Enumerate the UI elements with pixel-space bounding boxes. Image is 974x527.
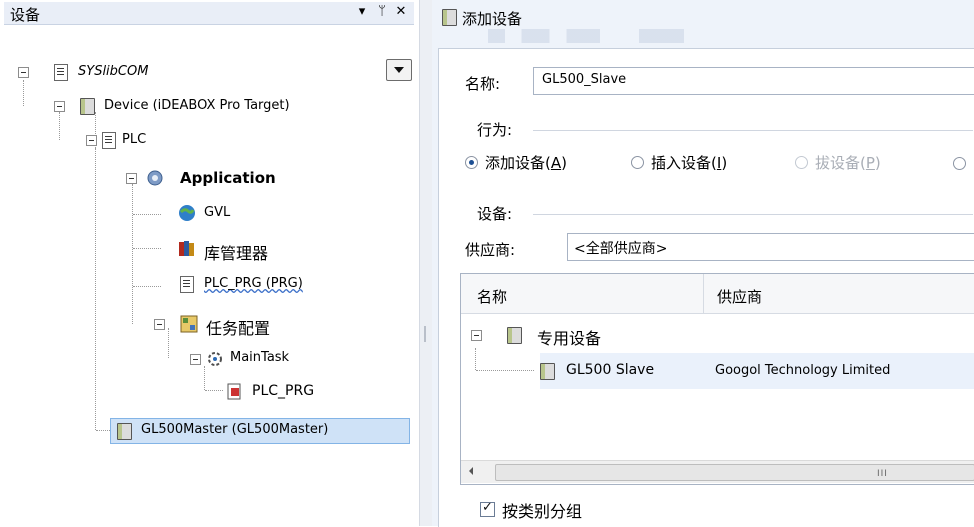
device-icon	[80, 98, 95, 115]
scrollbar-grip: III	[877, 469, 888, 479]
document-icon	[180, 276, 194, 293]
collapse-icon[interactable]	[154, 319, 165, 330]
add-device-title: 添加设备	[462, 10, 523, 28]
tree-dropdown-button[interactable]	[386, 59, 412, 81]
tree-node-library-manager[interactable]: 库管理器	[160, 238, 320, 263]
vendor-select-value: <全部供应商>	[574, 241, 668, 257]
tree-node-label: PLC	[122, 132, 147, 147]
radio-unplug-device-indicator[interactable]	[795, 156, 808, 169]
tree-node-device[interactable]: Device (iDEABOX Pro Target)	[46, 96, 376, 118]
collapse-icon[interactable]	[190, 354, 201, 365]
tree-node-application[interactable]: Application	[118, 167, 318, 189]
radio-unplug-device-label: 拔设备	[815, 154, 861, 172]
tree-node-label: Application	[180, 169, 276, 187]
tree-node-program-call[interactable]: PLC_PRG	[222, 381, 362, 403]
vendor-label: 供应商:	[465, 241, 516, 259]
radio-insert-device-label: 插入设备	[651, 154, 712, 172]
scroll-left-arrow-icon[interactable]	[469, 467, 473, 475]
tree-node-label: GL500Master (GL500Master)	[141, 422, 329, 437]
name-label: 名称:	[465, 75, 501, 93]
radio-add-device-label: 添加设备	[485, 154, 546, 172]
devices-pane-title: 设备	[10, 6, 41, 24]
pin-icon[interactable]: ᛘ	[374, 3, 390, 21]
group-by-category-label: 按类别分组	[502, 502, 583, 521]
tree-node-label: PLC_PRG (PRG)	[204, 276, 303, 291]
radio-insert-device-indicator[interactable]	[631, 156, 644, 169]
radio-unplug-device[interactable]: 拔设备(P)	[795, 152, 935, 172]
list-item-vendor: Googol Technology Limited	[715, 363, 891, 378]
tree-node-root[interactable]: SYSlibCOM	[10, 62, 370, 84]
toolbar-ghost	[488, 29, 768, 43]
group-by-category-checkbox[interactable]: 按类别分组	[480, 496, 680, 521]
collapse-icon[interactable]	[54, 101, 65, 112]
list-group-dedicated-devices[interactable]: 专用设备	[471, 324, 731, 348]
horizontal-scrollbar[interactable]: III	[461, 460, 974, 483]
add-device-pane: 添加设备 名称: GL500_Slave 行为: 添加设备(A) 插入设备(I)…	[432, 0, 974, 527]
list-item[interactable]: GL500 Slave Googol Technology Limited	[540, 353, 974, 389]
pane-splitter[interactable]	[419, 0, 433, 526]
tree-node-label: MainTask	[230, 350, 290, 365]
device-icon	[442, 9, 457, 26]
tree-node-label: PLC_PRG	[252, 383, 315, 399]
checkbox-indicator[interactable]	[480, 500, 495, 517]
radio-insert-device[interactable]: 插入设备(I)	[631, 152, 791, 172]
project-icon	[54, 64, 68, 81]
collapse-icon[interactable]	[86, 135, 97, 146]
tree-node-plc[interactable]: PLC	[82, 130, 202, 152]
list-item-name: GL500 Slave	[566, 362, 655, 378]
name-field[interactable]: GL500_Slave	[533, 67, 974, 95]
books-icon	[178, 239, 196, 257]
globe-icon	[178, 204, 196, 222]
plc-logic-icon	[102, 132, 116, 149]
tree-node-label: 任务配置	[206, 319, 271, 338]
tree-node-label: SYSlibCOM	[78, 64, 149, 79]
device-icon	[540, 363, 555, 380]
name-field-value: GL500_Slave	[542, 72, 627, 87]
task-config-icon	[180, 315, 198, 333]
collapse-icon[interactable]	[18, 67, 29, 78]
column-header-name[interactable]: 名称	[477, 286, 507, 307]
vendor-select[interactable]: <全部供应商>	[567, 233, 974, 261]
radio-next-option-indicator[interactable]	[953, 157, 966, 170]
device-group-label: 设备:	[477, 205, 513, 223]
tree-node-label: GVL	[204, 205, 231, 220]
device-list-header: 名称 供应商	[461, 274, 974, 314]
application-gear-icon	[146, 169, 164, 187]
device-icon	[117, 423, 132, 440]
tree-node-plc-prg[interactable]: PLC_PRG (PRG)	[160, 274, 360, 296]
tree-node-label: 库管理器	[204, 244, 269, 263]
close-icon[interactable]: ✕	[393, 3, 409, 21]
column-header-vendor[interactable]: 供应商	[717, 286, 762, 307]
device-list[interactable]: 名称 供应商 专用设备 GL500 Slave Googol Technolog…	[460, 273, 974, 485]
tree-node-gvl[interactable]: GVL	[160, 203, 260, 225]
collapse-icon[interactable]	[471, 330, 482, 341]
radio-add-device[interactable]: 添加设备(A)	[465, 152, 625, 172]
list-group-label: 专用设备	[537, 329, 602, 348]
action-group-label: 行为:	[477, 121, 513, 139]
pane-menu-dropdown-icon[interactable]: ▾	[354, 3, 370, 21]
tree-node-gl500-master[interactable]: GL500Master (GL500Master)	[110, 418, 410, 444]
device-icon	[507, 327, 522, 344]
devices-pane: 设备 ▾ ᛘ ✕ SYSlibCOM Device (iDEABOX Pro T…	[0, 0, 419, 526]
task-icon	[206, 350, 224, 368]
radio-add-device-indicator[interactable]	[465, 156, 478, 169]
collapse-icon[interactable]	[126, 173, 137, 184]
tree-node-task-config[interactable]: 任务配置	[146, 313, 306, 338]
tree-node-main-task[interactable]: MainTask	[182, 348, 322, 370]
devices-pane-header: 设备 ▾ ᛘ ✕	[4, 2, 414, 25]
program-call-icon	[226, 383, 244, 401]
tree-node-label: Device (iDEABOX Pro Target)	[104, 98, 290, 113]
scrollbar-thumb[interactable]	[495, 464, 974, 481]
